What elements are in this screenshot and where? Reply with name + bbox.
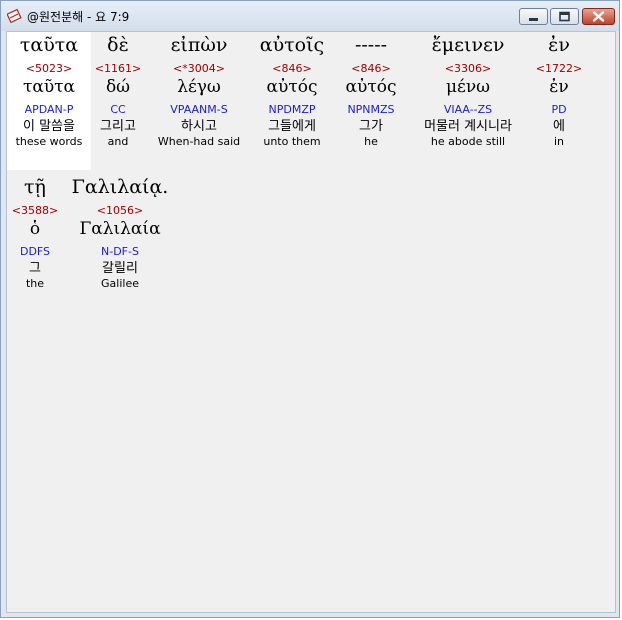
strong-number[interactable]: <5023> [7,62,91,76]
word-column[interactable]: ἔμεινεν <3306> μένω VIAA--ZS 머물러 계시니라 he… [409,32,527,170]
morph-code: APDAN-P [24,103,74,116]
word-column[interactable]: ----- <846> αὐτός NPNMZS 그가 he [337,32,405,170]
greek-word: τῇ [24,176,46,198]
lemma: Γαλιλαία [79,219,161,239]
morph-code: NPDMZP [268,103,316,116]
minimize-icon [529,18,538,21]
lemma: λέγω [177,77,221,97]
morph-code: CC [110,103,126,116]
strong-number[interactable]: <1056> [67,204,173,218]
strong-number[interactable]: <846> [251,62,333,76]
app-book-icon[interactable] [6,8,22,24]
word-column[interactable]: Γαλιλαίᾳ. <1056> Γαλιλαία N-DF-S 갈릴리 Gal… [67,174,173,312]
english-translation: the [25,277,45,290]
english-translation: he [364,135,378,148]
english-translation: When-had said [157,135,241,148]
word-column[interactable]: ἐν <1722> ἐν PD 에 in [531,32,587,170]
lemma: μένω [445,77,491,97]
close-button[interactable] [582,8,615,25]
morph-code: DDFS [19,245,51,258]
korean-translation: 그들에게 [268,119,316,134]
strong-number[interactable]: <3306> [409,62,527,76]
english-translation: he abode still [430,135,506,148]
korean-translation: 그리고 [100,119,136,134]
strong-number[interactable]: <*3004> [147,62,251,76]
word-column[interactable]: εἰπὼν <*3004> λέγω VPAANM-S 하시고 When-had… [147,32,251,170]
close-icon [592,11,605,22]
korean-translation: 그가 [359,119,383,134]
english-translation: unto them [263,135,321,148]
strong-number[interactable]: <1722> [531,62,587,76]
morph-code: NPNMZS [347,103,395,116]
lemma: αὐτός [345,77,397,97]
korean-translation: 이 말씀을 [23,119,75,134]
greek-word: ἔμεινεν [431,34,505,56]
greek-word: δὲ [107,34,129,56]
greek-word: αὐτοῖς [259,34,325,56]
korean-translation: 머물러 계시니라 [424,119,512,134]
english-translation: these words [15,135,83,148]
morph-code: PD [551,103,567,116]
word-column[interactable]: τῇ <3588> ὁ DDFS 그 the [9,174,61,312]
greek-word: ταῦτα [19,34,79,56]
lemma: δώ [105,77,131,97]
lemma: ὁ [29,219,41,239]
korean-translation: 그 [29,261,41,276]
app-window: @원전분해 - 요 7:9 ταῦτα <5023> ταῦτα APDAN-P [0,0,620,618]
lemma: ἐν [549,77,569,97]
english-translation: in [553,135,565,148]
strong-number[interactable]: <846> [337,62,405,76]
word-column[interactable]: δὲ <1161> δώ CC 그리고 and [91,32,145,170]
korean-translation: 에 [553,119,565,134]
greek-word: ----- [354,34,388,56]
maximize-icon [559,11,570,22]
korean-translation: 하시고 [181,119,217,134]
lemma: αὐτός [266,77,318,97]
strong-number[interactable]: <1161> [91,62,145,76]
morph-code: VIAA--ZS [443,103,493,116]
morph-code: N-DF-S [101,245,139,258]
word-grid: ταῦτα <5023> ταῦτα APDAN-P 이 말씀을 these w… [7,32,615,612]
greek-word: ἐν [548,34,570,56]
greek-word: Γαλιλαίᾳ. [71,176,169,198]
morph-code: VPAANM-S [170,103,228,116]
maximize-button[interactable] [550,8,579,25]
title-bar[interactable]: @원전분해 - 요 7:9 [1,1,619,31]
strong-number[interactable]: <3588> [9,204,61,218]
english-translation: and [107,135,129,148]
minimize-button[interactable] [519,8,548,25]
interlinear-panel[interactable]: ταῦτα <5023> ταῦτα APDAN-P 이 말씀을 these w… [6,31,616,613]
english-translation: Galilee [101,277,139,290]
korean-translation: 갈릴리 [102,261,138,276]
word-column[interactable]: αὐτοῖς <846> αὐτός NPDMZP 그들에게 unto them [251,32,333,170]
word-column[interactable]: ταῦτα <5023> ταῦτα APDAN-P 이 말씀을 these w… [7,32,91,170]
greek-word: εἰπὼν [170,34,228,56]
window-title: @원전분해 - 요 7:9 [27,10,130,24]
lemma: ταῦτα [22,77,76,97]
